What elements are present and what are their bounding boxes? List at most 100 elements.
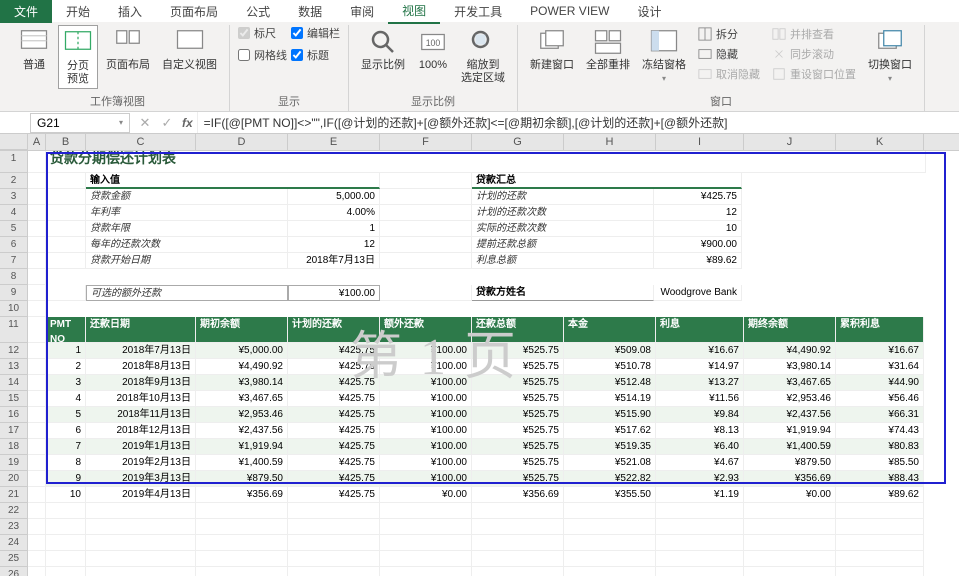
data-cell[interactable]: ¥425.75 (288, 487, 380, 503)
data-cell[interactable]: 2018年7月13日 (86, 343, 196, 359)
cell[interactable] (656, 551, 744, 567)
cell[interactable] (744, 535, 836, 551)
data-cell[interactable]: ¥525.75 (472, 359, 564, 375)
freeze-panes-button[interactable]: 冻结窗格▾ (638, 25, 690, 87)
data-cell[interactable]: ¥100.00 (380, 391, 472, 407)
table-header[interactable]: 利息 (656, 317, 744, 343)
cell[interactable] (28, 391, 46, 407)
view-normal-button[interactable]: 普通 (14, 25, 54, 74)
data-cell[interactable]: ¥425.75 (288, 391, 380, 407)
cell[interactable] (564, 503, 656, 519)
data-cell[interactable]: 2019年1月13日 (86, 439, 196, 455)
data-cell[interactable]: ¥510.78 (564, 359, 656, 375)
cell[interactable] (86, 503, 196, 519)
data-cell[interactable]: ¥100.00 (380, 407, 472, 423)
data-cell[interactable]: ¥425.75 (288, 359, 380, 375)
cell[interactable] (46, 253, 86, 269)
row-header[interactable]: 11 (0, 317, 28, 343)
data-cell[interactable]: ¥517.62 (564, 423, 656, 439)
table-header[interactable]: 期初余额 (196, 317, 288, 343)
data-cell[interactable]: ¥1.19 (656, 487, 744, 503)
headings-checkbox[interactable]: 标题 (291, 47, 340, 63)
data-cell[interactable]: ¥425.75 (288, 343, 380, 359)
cell[interactable] (380, 253, 472, 269)
data-cell[interactable]: ¥525.75 (472, 471, 564, 487)
data-cell[interactable]: ¥425.75 (288, 407, 380, 423)
cell[interactable] (836, 551, 924, 567)
cell[interactable] (744, 519, 836, 535)
data-cell[interactable]: ¥5,000.00 (196, 343, 288, 359)
lender-value[interactable]: Woodgrove Bank (654, 285, 742, 301)
view-page-break-button[interactable]: 分页 预览 (58, 25, 98, 89)
summary-value[interactable]: 10 (654, 221, 742, 237)
data-cell[interactable]: ¥31.64 (836, 359, 924, 375)
cell[interactable] (28, 471, 46, 487)
data-cell[interactable]: ¥515.90 (564, 407, 656, 423)
zoom-100-button[interactable]: 100100% (413, 25, 453, 74)
data-cell[interactable]: 2018年11月13日 (86, 407, 196, 423)
data-cell[interactable]: ¥525.75 (472, 439, 564, 455)
row-header[interactable]: 15 (0, 391, 28, 407)
table-header[interactable]: PMTNO (46, 317, 86, 343)
data-cell[interactable]: ¥0.00 (380, 487, 472, 503)
cell[interactable] (380, 173, 472, 189)
data-cell[interactable]: ¥3,467.65 (196, 391, 288, 407)
data-cell[interactable]: ¥2,437.56 (196, 423, 288, 439)
cell[interactable] (28, 205, 46, 221)
formula-bar-checkbox[interactable]: 编辑栏 (291, 25, 340, 41)
cell[interactable] (196, 519, 288, 535)
data-cell[interactable]: ¥100.00 (380, 359, 472, 375)
cell[interactable] (28, 551, 46, 567)
data-cell[interactable]: 4 (46, 391, 86, 407)
data-cell[interactable]: ¥4.67 (656, 455, 744, 471)
cell[interactable] (656, 503, 744, 519)
data-cell[interactable]: ¥14.97 (656, 359, 744, 375)
cell[interactable] (472, 551, 564, 567)
row-header[interactable]: 21 (0, 487, 28, 503)
view-page-layout-button[interactable]: 页面布局 (102, 25, 154, 74)
data-cell[interactable]: ¥425.75 (288, 439, 380, 455)
row-header[interactable]: 5 (0, 221, 28, 237)
cell[interactable] (46, 519, 86, 535)
cell[interactable] (564, 551, 656, 567)
cell[interactable] (28, 503, 46, 519)
data-cell[interactable]: ¥425.75 (288, 471, 380, 487)
row-header[interactable]: 9 (0, 285, 28, 301)
data-cell[interactable]: ¥3,980.14 (196, 375, 288, 391)
col-header-F[interactable]: F (380, 134, 472, 150)
input-label[interactable]: 贷款开始日期 (86, 253, 288, 269)
cell[interactable] (836, 535, 924, 551)
tab-文件[interactable]: 文件 (0, 0, 52, 23)
data-cell[interactable]: ¥879.50 (196, 471, 288, 487)
switch-windows-button[interactable]: 切换窗口▾ (864, 25, 916, 87)
cell[interactable] (380, 205, 472, 221)
summary-value[interactable]: 12 (654, 205, 742, 221)
row-header[interactable]: 23 (0, 519, 28, 535)
data-cell[interactable]: ¥519.35 (564, 439, 656, 455)
cell[interactable] (656, 535, 744, 551)
cell[interactable] (46, 503, 86, 519)
cell[interactable] (656, 519, 744, 535)
row-header[interactable]: 1 (0, 151, 28, 173)
data-cell[interactable]: ¥425.75 (288, 455, 380, 471)
data-cell[interactable]: 2018年10月13日 (86, 391, 196, 407)
input-value[interactable]: 2018年7月13日 (288, 253, 380, 269)
data-cell[interactable]: ¥355.50 (564, 487, 656, 503)
cell[interactable] (380, 189, 472, 205)
col-header-H[interactable]: H (564, 134, 656, 150)
summary-label[interactable]: 利息总额 (472, 253, 654, 269)
data-cell[interactable]: ¥525.75 (472, 375, 564, 391)
input-value[interactable]: 5,000.00 (288, 189, 380, 205)
cell[interactable] (744, 503, 836, 519)
view-custom-button[interactable]: 自定义视图 (158, 25, 221, 74)
row-header[interactable]: 16 (0, 407, 28, 423)
table-header[interactable]: 计划的还款 (288, 317, 380, 343)
data-cell[interactable]: ¥525.75 (472, 343, 564, 359)
data-cell[interactable]: ¥514.19 (564, 391, 656, 407)
hide-button[interactable]: 隐藏 (694, 45, 764, 63)
cell[interactable] (46, 173, 86, 189)
formula-input[interactable]: =IF([@[PMT NO]]<>"",IF([@计划的还款]+[@额外还款]<… (197, 112, 959, 133)
row-header[interactable]: 10 (0, 301, 28, 317)
cell[interactable] (46, 189, 86, 205)
col-header-D[interactable]: D (196, 134, 288, 150)
